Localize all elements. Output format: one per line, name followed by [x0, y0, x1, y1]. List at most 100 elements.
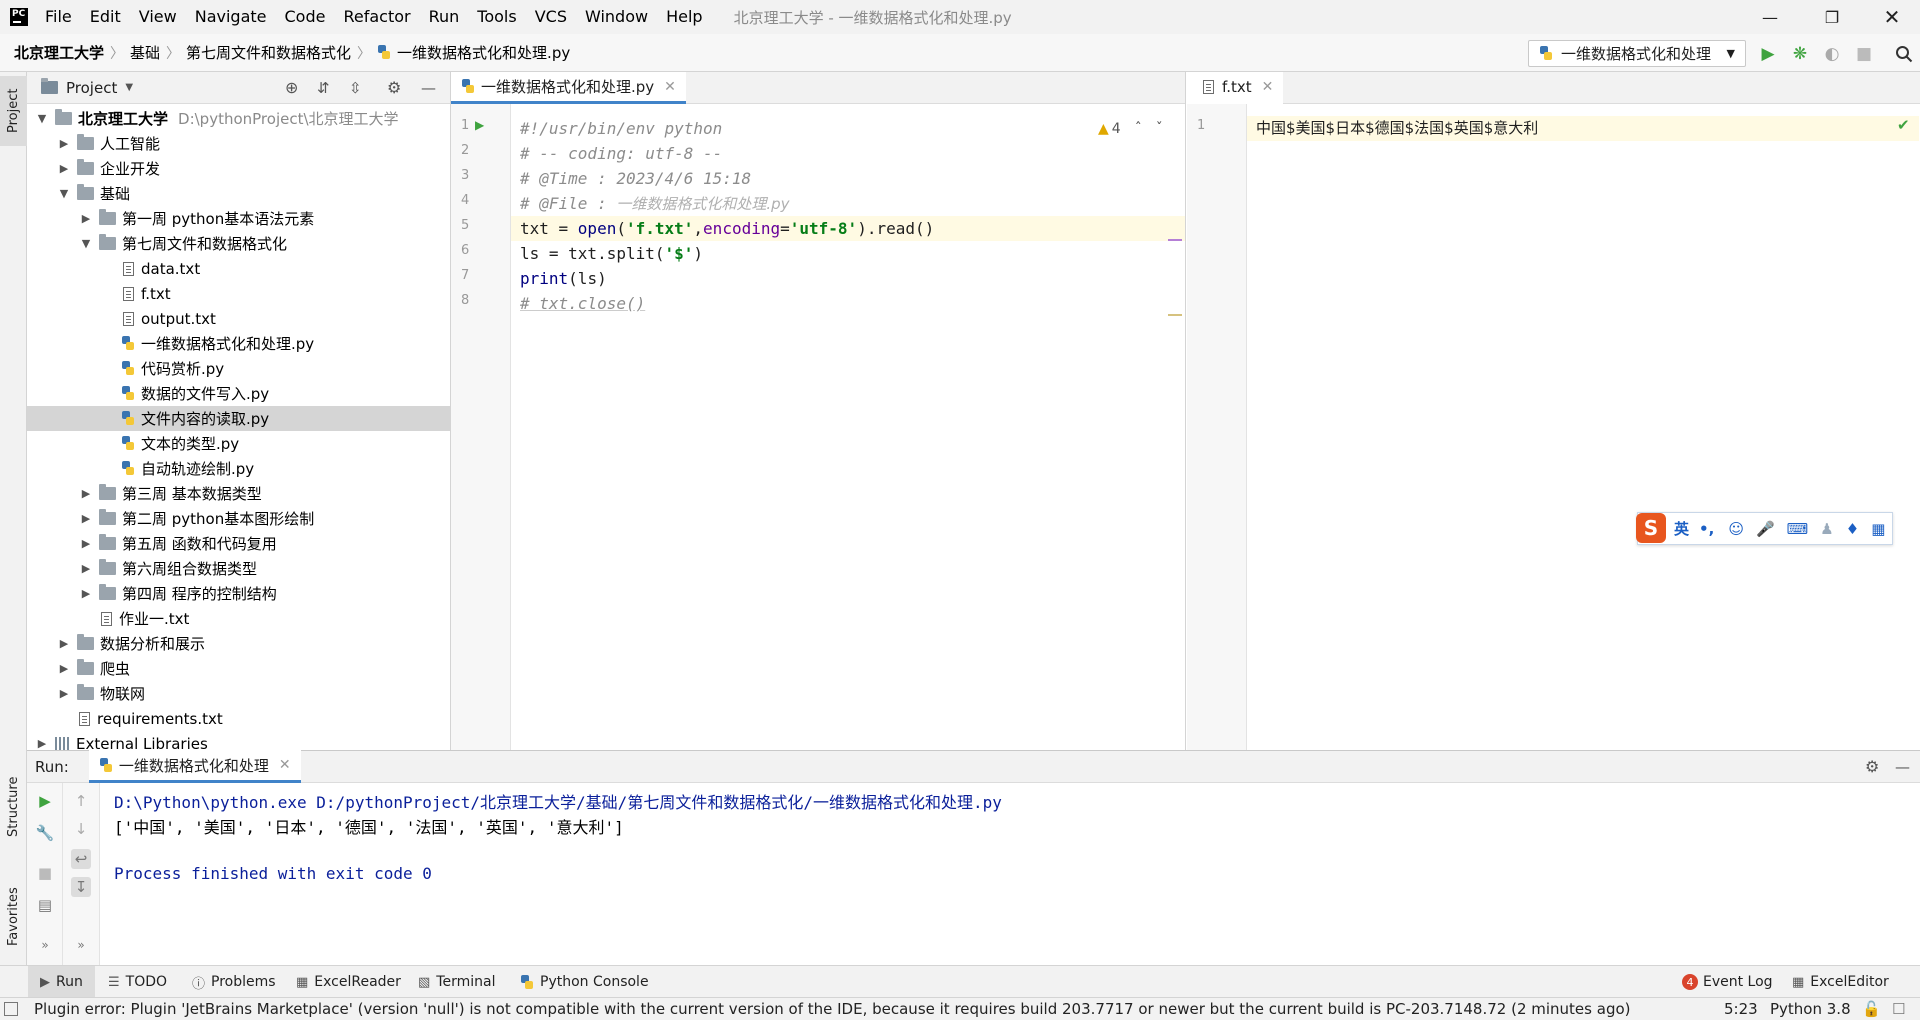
- chevron-right-icon[interactable]: ▶: [79, 537, 93, 550]
- menu-file[interactable]: File: [36, 0, 81, 34]
- chevron-right-icon[interactable]: ▶: [79, 562, 93, 575]
- tree-item[interactable]: 数据的文件写入.py: [27, 381, 450, 406]
- tree-item[interactable]: ▶ 第一周 python基本语法元素: [27, 206, 450, 231]
- rerun-button[interactable]: ▶: [35, 791, 55, 811]
- run-gutter-icon[interactable]: ▶: [475, 118, 484, 132]
- event-log-tool-button[interactable]: 4 Event Log: [1682, 966, 1773, 998]
- sogou-logo-icon[interactable]: S: [1636, 512, 1666, 543]
- tree-item[interactable]: ▶ 第四周 程序的控制结构: [27, 581, 450, 606]
- tree-item[interactable]: 一维数据格式化和处理.py: [27, 331, 450, 356]
- tree-item[interactable]: ▶ 企业开发: [27, 156, 450, 181]
- tab-py-file[interactable]: 一维数据格式化和处理.py ✕: [451, 72, 686, 104]
- microphone-icon[interactable]: 🎤: [1756, 520, 1775, 538]
- toolbox-grid-icon[interactable]: ▦: [1871, 520, 1885, 538]
- excelreader-tool-button[interactable]: ▦ ExcelReader: [296, 966, 401, 998]
- breadcrumb-project[interactable]: 北京理工大学: [0, 42, 104, 63]
- structure-tool-tab[interactable]: Structure: [0, 762, 27, 852]
- layout-toggle-icon[interactable]: [4, 1002, 18, 1016]
- favorites-tool-tab[interactable]: Favorites: [0, 872, 27, 962]
- tree-item[interactable]: ▶ 第六周组合数据类型: [27, 556, 450, 581]
- tree-item[interactable]: ▼ 基础: [27, 181, 450, 206]
- hide-panel-icon[interactable]: —: [421, 79, 436, 97]
- scroll-up-button[interactable]: ↑: [71, 791, 91, 811]
- scroll-to-end-button[interactable]: ↧: [71, 877, 91, 897]
- tree-item[interactable]: f.txt: [27, 281, 450, 306]
- tree-item[interactable]: output.txt: [27, 306, 450, 331]
- ime-language[interactable]: 英: [1674, 518, 1689, 539]
- chevron-right-icon[interactable]: ▶: [57, 662, 71, 675]
- console-output[interactable]: D:\Python\python.exe D:/pythonProject/北京…: [100, 783, 1920, 965]
- chevron-right-icon[interactable]: ▶: [57, 687, 71, 700]
- expand-all-icon[interactable]: ⇵: [317, 79, 330, 97]
- project-tool-tab[interactable]: Project: [0, 76, 27, 146]
- error-stripe-mark[interactable]: [1168, 239, 1182, 241]
- menu-refactor[interactable]: Refactor: [334, 0, 419, 34]
- lock-icon[interactable]: 🔓: [1862, 1000, 1881, 1018]
- terminal-tool-button[interactable]: ▧ Terminal: [418, 966, 495, 998]
- tab-txt-file[interactable]: f.txt ✕: [1187, 72, 1284, 104]
- stop-button[interactable]: ■: [35, 863, 55, 883]
- tree-item[interactable]: 代码赏析.py: [27, 356, 450, 381]
- tree-item[interactable]: ▶ 第三周 基本数据类型: [27, 481, 450, 506]
- tree-root[interactable]: ▼ 北京理工大学 D:\pythonProject\北京理工大学: [27, 106, 450, 131]
- menu-code[interactable]: Code: [276, 0, 335, 34]
- emoji-icon[interactable]: ☺: [1728, 520, 1744, 538]
- tree-item[interactable]: 自动轨迹绘制.py: [27, 456, 450, 481]
- chevron-right-icon[interactable]: ▶: [57, 137, 71, 150]
- collapse-all-icon[interactable]: ⇳: [349, 79, 362, 97]
- problems-tool-button[interactable]: ⓘ Problems: [192, 966, 276, 998]
- tree-item[interactable]: ▼ 第七周文件和数据格式化: [27, 231, 450, 256]
- run-configuration-select[interactable]: 一维数据格式化和处理 ▼: [1528, 40, 1746, 67]
- chevron-right-icon[interactable]: ▶: [57, 162, 71, 175]
- text-content[interactable]: 中国$美国$日本$德国$法国$英国$意大利: [1256, 116, 1538, 141]
- hide-panel-icon[interactable]: —: [1895, 758, 1910, 776]
- tree-item[interactable]: requirements.txt: [27, 706, 450, 731]
- caret-position[interactable]: 5:23: [1724, 1000, 1758, 1018]
- chevron-right-icon[interactable]: ▶: [57, 637, 71, 650]
- project-view-select[interactable]: Project: [66, 79, 117, 97]
- breadcrumb-folder[interactable]: 基础: [124, 42, 160, 63]
- locate-file-icon[interactable]: ⊕: [285, 78, 298, 97]
- chevron-right-icon[interactable]: ▶: [79, 212, 93, 225]
- menu-edit[interactable]: Edit: [81, 0, 130, 34]
- todo-tool-button[interactable]: ☰ TODO: [108, 966, 167, 998]
- maximize-button[interactable]: ❐: [1802, 0, 1862, 34]
- scroll-down-button[interactable]: ↓: [71, 819, 91, 839]
- chevron-down-icon[interactable]: ˇ: [1156, 121, 1163, 137]
- chevron-right-icon[interactable]: ▶: [79, 587, 93, 600]
- chevron-up-icon[interactable]: ˆ: [1135, 121, 1142, 137]
- run-tool-button[interactable]: ▶ Run: [28, 966, 95, 998]
- close-tab-icon[interactable]: ✕: [1262, 79, 1274, 95]
- tree-item[interactable]: ▶ 物联网: [27, 681, 450, 706]
- keyboard-icon[interactable]: ⌨: [1787, 520, 1809, 538]
- run-tab[interactable]: 一维数据格式化和处理 ✕: [88, 750, 301, 783]
- tree-item[interactable]: ▶ 第二周 python基本图形绘制: [27, 506, 450, 531]
- close-tab-icon[interactable]: ✕: [279, 757, 291, 773]
- menu-run[interactable]: Run: [420, 0, 469, 34]
- chevron-right-icon[interactable]: ▶: [79, 487, 93, 500]
- tree-item[interactable]: ▶ External Libraries: [27, 731, 450, 750]
- chevron-right-icon[interactable]: ▶: [35, 737, 49, 750]
- breadcrumb-file[interactable]: 一维数据格式化和处理.py: [397, 42, 570, 63]
- search-everywhere-button[interactable]: [1894, 44, 1914, 64]
- chevron-down-icon[interactable]: ▼: [79, 237, 93, 250]
- tree-item[interactable]: 文本的类型.py: [27, 431, 450, 456]
- python-interpreter[interactable]: Python 3.8: [1770, 1000, 1851, 1018]
- inspection-widget[interactable]: ▲ 4 ˆ ˇ: [1098, 116, 1163, 141]
- close-tab-icon[interactable]: ✕: [664, 79, 676, 95]
- edit-config-button[interactable]: 🔧: [35, 823, 55, 843]
- menu-vcs[interactable]: VCS: [526, 0, 576, 34]
- tree-item[interactable]: ▶ 数据分析和展示: [27, 631, 450, 656]
- run-button[interactable]: ▶: [1758, 44, 1778, 64]
- notifications-icon[interactable]: ☐: [1892, 1000, 1905, 1018]
- minimize-button[interactable]: —: [1740, 0, 1800, 34]
- layout-button[interactable]: ▤: [35, 895, 55, 915]
- tree-item[interactable]: ▶ 爬虫: [27, 656, 450, 681]
- status-message[interactable]: Plugin error: Plugin 'JetBrains Marketpl…: [34, 1000, 1631, 1018]
- skin-shirt-icon[interactable]: ♦: [1846, 520, 1859, 538]
- tree-item[interactable]: 作业一.txt: [27, 606, 450, 631]
- chevron-down-icon[interactable]: ▼: [35, 112, 49, 125]
- tree-item[interactable]: ▶ 人工智能: [27, 131, 450, 156]
- tree-item[interactable]: 文件内容的读取.py: [27, 406, 450, 431]
- user-icon[interactable]: ♟: [1820, 520, 1833, 538]
